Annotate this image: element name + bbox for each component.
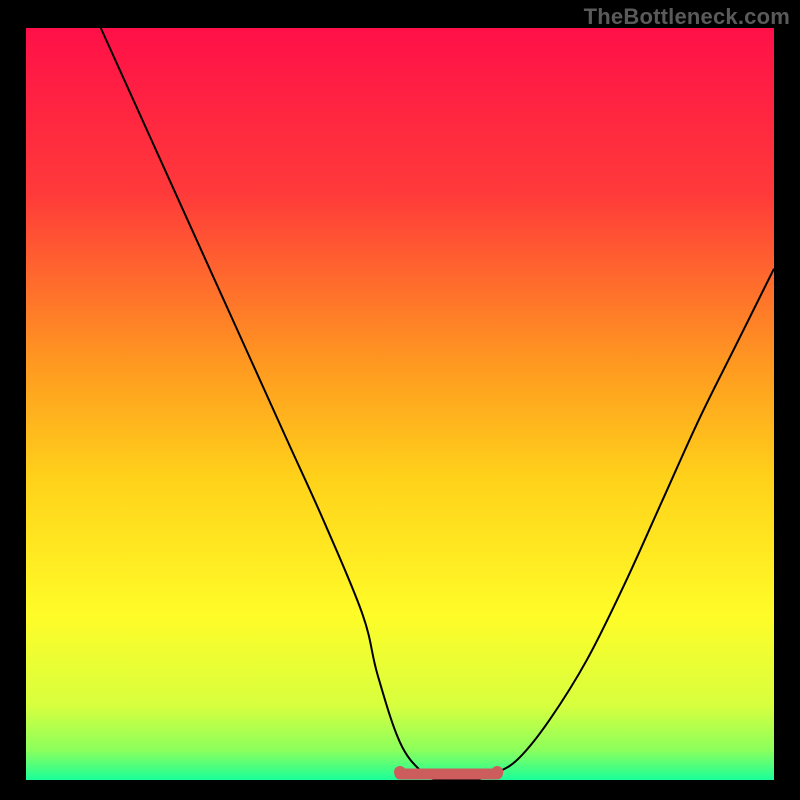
- flat-bottom-dot-right: [491, 766, 503, 778]
- bottleneck-chart: [0, 0, 800, 800]
- flat-bottom-dot-left: [394, 766, 406, 778]
- watermark-text: TheBottleneck.com: [584, 4, 790, 30]
- chart-frame: TheBottleneck.com: [0, 0, 800, 800]
- plot-background: [26, 28, 774, 780]
